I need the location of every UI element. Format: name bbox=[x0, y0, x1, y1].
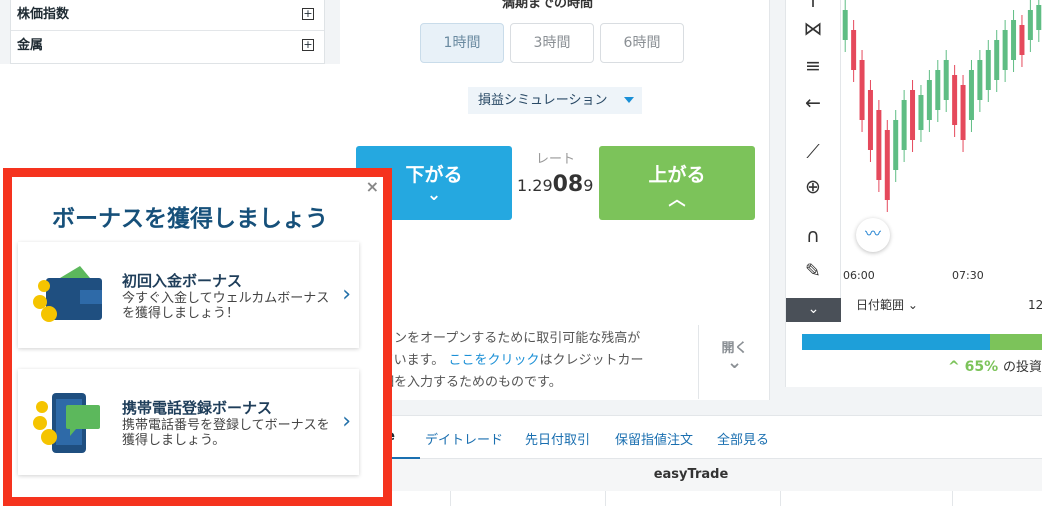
candle-body bbox=[876, 110, 882, 180]
time-option-6h[interactable]: 6時間 bbox=[600, 23, 684, 63]
chevron-down-icon: ⌄ bbox=[726, 352, 743, 373]
buy-up-button[interactable]: 上がる ︿ bbox=[599, 146, 755, 220]
deposit-bonus-card[interactable]: 初回入金ボーナス 今すぐ入金してウェルカムボーナスを獲得しましょう！ › bbox=[18, 242, 359, 348]
ruler-icon[interactable]: ⟋ bbox=[800, 139, 826, 165]
range-value: 12 bbox=[1028, 298, 1042, 312]
candle-body bbox=[960, 85, 966, 140]
candle-body bbox=[910, 90, 916, 140]
caret-down-icon bbox=[624, 97, 634, 103]
investor-percent: ^ 65% の投資 bbox=[948, 359, 1042, 375]
candle-body bbox=[1027, 10, 1033, 40]
wallet-coins-icon bbox=[33, 266, 102, 322]
notice-line: ションをオープンするために取引可能な残高が bbox=[368, 331, 641, 346]
crosshair-icon[interactable]: † bbox=[800, 0, 826, 12]
chart-panel: † ⋈ ≡ ← ⟋ ⊕ ∩ ✎ ⌄ 〰 06:00 07:30 日付範囲 ⌄ 1… bbox=[785, 0, 1042, 387]
asset-category-list: 株価指数 + 金属 + bbox=[10, 0, 325, 64]
candle-body bbox=[901, 100, 907, 150]
time-tick: 06:00 bbox=[843, 269, 875, 282]
pl-simulation-label: 損益シミュレーション bbox=[478, 93, 608, 108]
time-option-3h[interactable]: 3時間 bbox=[510, 23, 594, 63]
candle-body bbox=[994, 40, 1000, 80]
candle-body bbox=[935, 70, 941, 110]
balance-notice: ションをオープンするために取引可能な残高が しています。 ここをクリックはクレジ… bbox=[340, 325, 698, 399]
sentiment-buy-fill bbox=[990, 334, 1042, 350]
candle-body bbox=[968, 70, 974, 120]
candle-body bbox=[851, 30, 857, 70]
fib-icon[interactable]: ≡ bbox=[800, 53, 826, 79]
tab-see-all[interactable]: 全部見る bbox=[717, 429, 769, 448]
candle-body bbox=[985, 50, 991, 90]
candle-body bbox=[943, 60, 949, 100]
candle-body bbox=[1011, 20, 1017, 60]
investor-sentiment-bar bbox=[802, 334, 1042, 350]
brand-logo-icon[interactable]: 〰 bbox=[856, 218, 890, 252]
chart-toolbar: † ⋈ ≡ ← ⟋ ⊕ ∩ ✎ ⌄ bbox=[786, 0, 841, 322]
chevron-right-icon: › bbox=[342, 282, 351, 307]
time-tick: 07:30 bbox=[952, 269, 984, 282]
date-range-dropdown[interactable]: 日付範囲 ⌄ bbox=[856, 296, 918, 313]
category-label: 金属 bbox=[17, 38, 44, 53]
card-description: 今すぐ入金してウェルカムボーナスを獲得しましょう！ bbox=[122, 291, 330, 321]
up-label: 上がる bbox=[648, 164, 706, 186]
tab-daytrade[interactable]: デイトレード bbox=[425, 429, 503, 448]
candle-body bbox=[1036, 5, 1042, 30]
close-icon[interactable]: × bbox=[366, 177, 379, 196]
pl-simulation-dropdown[interactable]: 損益シミュレーション bbox=[468, 87, 642, 114]
candle-body bbox=[952, 75, 958, 125]
table-header: easyTrade bbox=[340, 459, 1042, 491]
candle-body bbox=[893, 120, 899, 170]
click-here-link[interactable]: ここをクリック bbox=[448, 353, 539, 368]
candle-body bbox=[977, 60, 983, 100]
candle-body bbox=[926, 80, 932, 120]
card-title: 携帯電話登録ボーナス bbox=[122, 399, 273, 417]
category-stock-index[interactable]: 株価指数 + bbox=[11, 0, 324, 31]
table-body bbox=[340, 491, 1042, 506]
notice-line: 詳細を入力するためのものです。 bbox=[368, 375, 562, 390]
expiry-title: 満期までの時間 bbox=[502, 0, 594, 11]
candle-body bbox=[867, 90, 873, 150]
candle-body bbox=[918, 95, 924, 130]
chevron-down-icon[interactable]: ⌄ bbox=[786, 298, 841, 322]
bonus-popup: × ボーナスを獲得しましょう 初回入金ボーナス 今すぐ入金してウェルカムボーナス… bbox=[3, 168, 392, 506]
candle-body bbox=[1019, 25, 1025, 55]
sentiment-sell-fill bbox=[802, 334, 990, 350]
candle-body bbox=[1002, 30, 1008, 70]
phone-message-icon bbox=[33, 393, 100, 453]
magnet-icon[interactable]: ∩ bbox=[800, 223, 826, 249]
candle-body bbox=[842, 10, 848, 40]
category-label: 株価指数 bbox=[17, 7, 70, 22]
time-option-1h[interactable]: 1時間 bbox=[420, 23, 504, 63]
time-axis: 06:00 07:30 bbox=[841, 265, 1042, 287]
chevron-right-icon: › bbox=[342, 409, 351, 434]
trade-type-tabs: ade デイトレード 先日付取引 保留指値注文 全部見る bbox=[340, 415, 1042, 460]
candle-body bbox=[859, 60, 865, 120]
phone-bonus-card[interactable]: 携帯電話登録ボーナス 携帯電話番号を登録してボーナスを獲得しましょう。 › bbox=[18, 369, 359, 475]
tab-pending-orders[interactable]: 保留指値注文 bbox=[615, 429, 693, 448]
expand-plus-icon[interactable]: + bbox=[302, 8, 314, 20]
arrow-left-icon[interactable]: ← bbox=[800, 90, 826, 116]
pattern-icon[interactable]: ⋈ bbox=[800, 16, 826, 42]
tab-forward[interactable]: 先日付取引 bbox=[525, 429, 590, 448]
zoom-in-icon[interactable]: ⊕ bbox=[800, 174, 826, 200]
card-description: 携帯電話番号を登録してボーナスを獲得しましょう。 bbox=[122, 418, 330, 448]
rate-value: 1.29089 bbox=[517, 172, 594, 197]
category-metals[interactable]: 金属 + bbox=[11, 31, 324, 62]
open-toggle[interactable]: 開く ⌄ bbox=[698, 325, 770, 399]
rate-label: レート bbox=[536, 152, 576, 167]
expand-plus-icon[interactable]: + bbox=[302, 39, 314, 51]
card-title: 初回入金ボーナス bbox=[122, 272, 243, 290]
trade-panel: 満期までの時間 1時間 3時間 6時間 損益シミュレーション 下がる ⌄ レート… bbox=[340, 0, 770, 400]
popup-title: ボーナスを獲得しましょう bbox=[52, 206, 328, 232]
chevron-up-icon: ︿ bbox=[668, 190, 686, 210]
trading-screen: 株価指数 + 金属 + 満期までの時間 1時間 3時間 6時間 損益シミュレーション… bbox=[0, 0, 1042, 506]
candle-body bbox=[884, 130, 890, 200]
lock-pencil-icon[interactable]: ✎ bbox=[800, 258, 826, 284]
